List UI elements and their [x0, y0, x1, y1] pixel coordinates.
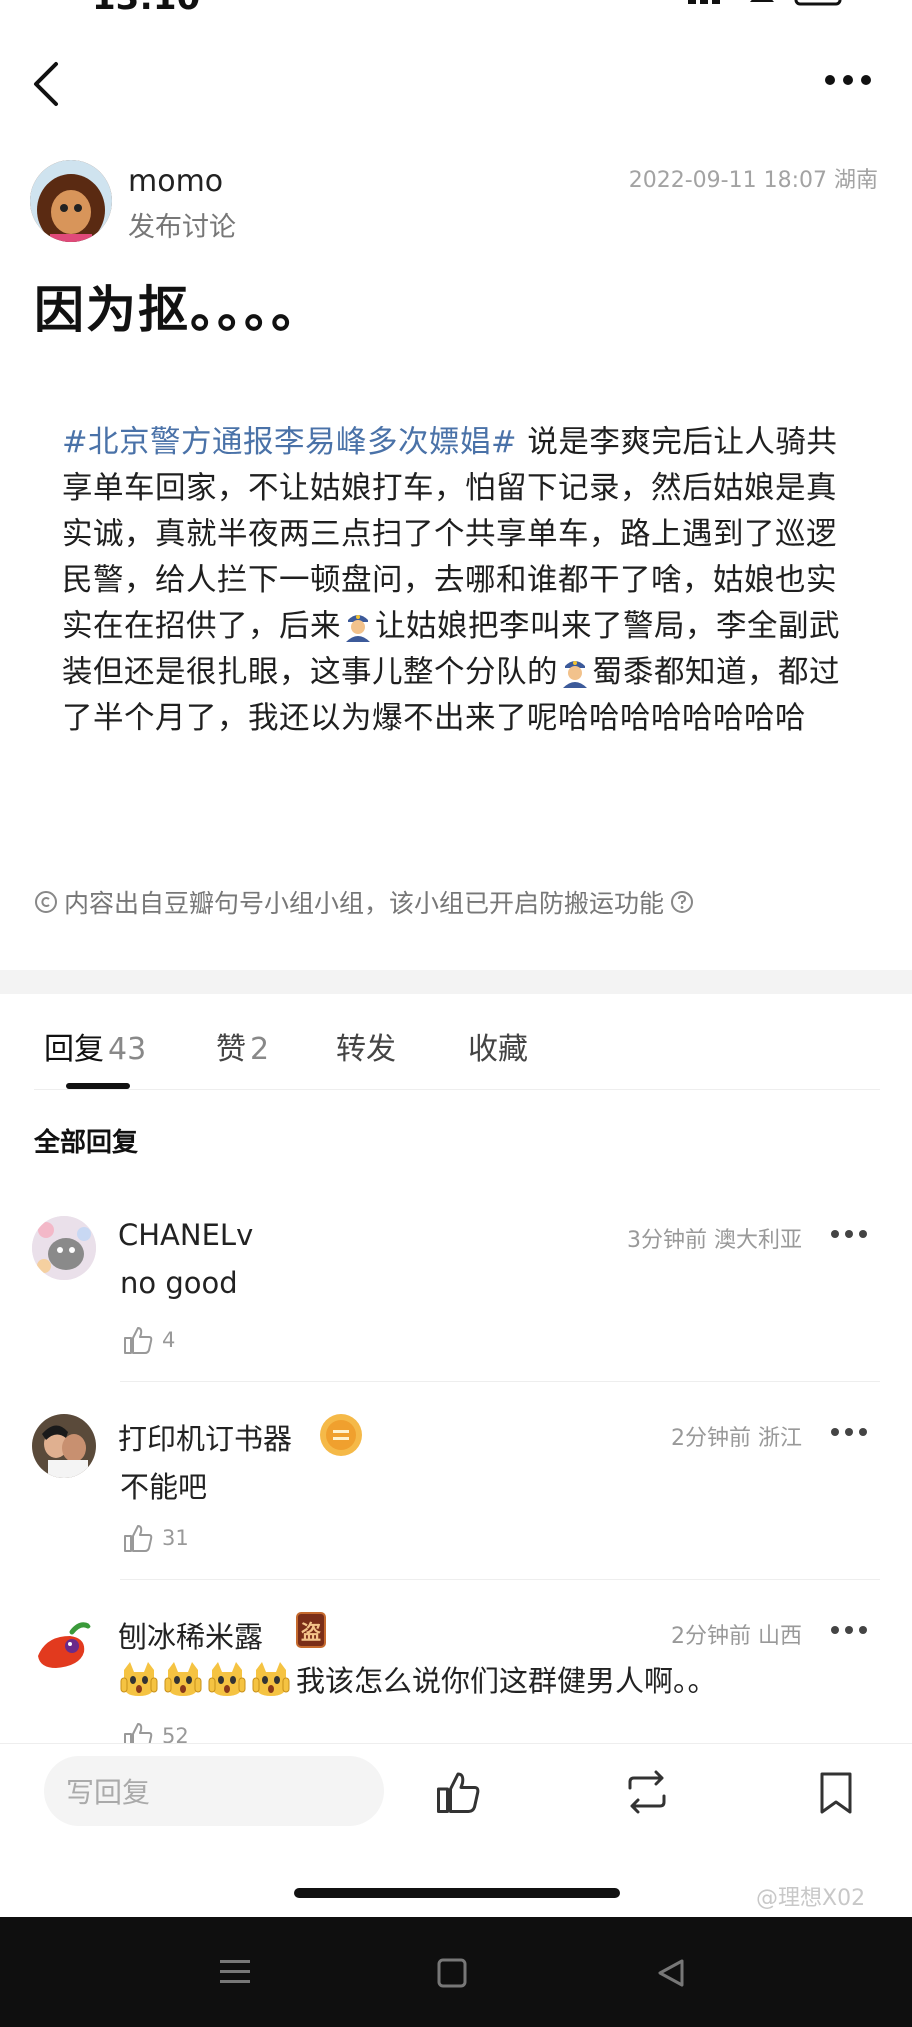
post-title: 因为抠。。。。	[34, 281, 323, 339]
comment-author-name[interactable]: 打印机订书器	[118, 1416, 292, 1458]
comment-text: 我该怎么说你们这群健男人啊。。	[296, 1664, 717, 1698]
medal-badge-icon	[320, 1414, 362, 1456]
hashtag-link[interactable]: #北京警方通报李易峰多次嫖娼#	[62, 425, 517, 460]
more-options-icon[interactable]	[824, 74, 872, 86]
status-time: 13:10	[92, 0, 200, 18]
tab-likes-count: 2	[250, 1032, 270, 1067]
post-body: #北京警方通报李易峰多次嫖娼# 说是李爽完后让人骑共享单车回家，不让姑娘打车，怕…	[62, 420, 852, 742]
comment-text: 不能吧	[120, 1470, 208, 1504]
like-post-icon[interactable]	[434, 1768, 482, 1816]
user-badge: 盗	[296, 1612, 326, 1648]
scream-cat-emoji-icon	[120, 1662, 158, 1696]
tab-replies-count: 43	[108, 1032, 147, 1067]
thumbs-up-icon	[124, 1525, 153, 1552]
author-avatar[interactable]	[30, 160, 112, 242]
tab-favorites-label: 收藏	[468, 1032, 528, 1067]
comment-meta: 2分钟前 山西	[671, 1624, 802, 1649]
back-arrow-icon[interactable]	[26, 58, 70, 110]
police-emoji-icon	[346, 615, 370, 642]
system-navigation-bar	[0, 1917, 912, 2027]
police-emoji-icon	[563, 661, 587, 688]
comment-like-count: 4	[162, 1328, 176, 1352]
comment-author-name[interactable]: CHANELv	[118, 1218, 253, 1252]
section-divider	[0, 970, 912, 994]
tab-reposts-label: 转发	[336, 1032, 396, 1067]
tab-favorites[interactable]: 收藏	[468, 1024, 528, 1068]
home-square-icon[interactable]	[436, 1957, 468, 1989]
source-notice-text: 内容出自豆瓣句号小组小组，该小组已开启防搬运功能	[64, 889, 665, 918]
weibo-watermark: @理想X02	[756, 1886, 866, 1911]
back-triangle-icon[interactable]	[654, 1957, 686, 1989]
comment-meta: 2分钟前 浙江	[671, 1426, 802, 1451]
bookmark-icon[interactable]	[816, 1770, 856, 1816]
comment-more-icon[interactable]	[830, 1625, 868, 1635]
tab-replies[interactable]: 回复 43	[44, 1024, 146, 1068]
comment-avatar[interactable]	[32, 1612, 96, 1676]
home-indicator	[294, 1888, 620, 1898]
scream-cat-emoji-icon	[208, 1662, 246, 1696]
tab-reposts[interactable]: 转发	[336, 1024, 396, 1068]
post-time-location: 2022-09-11 18:07 湖南	[628, 168, 878, 193]
comment-separator	[120, 1579, 880, 1580]
comment-like-button[interactable]: 4	[122, 1324, 175, 1356]
comment-more-icon[interactable]	[830, 1229, 868, 1239]
tab-bar-border	[34, 1089, 880, 1090]
comment-separator	[120, 1381, 880, 1382]
menu-icon[interactable]	[218, 1957, 252, 1987]
comment-like-count: 31	[162, 1526, 189, 1550]
active-tab-indicator	[66, 1083, 130, 1089]
scream-cat-emoji-icon	[164, 1662, 202, 1696]
copyright-icon	[35, 891, 57, 913]
comment-author-name[interactable]: 刨冰稀米露	[118, 1614, 263, 1656]
tab-likes-label: 赞	[216, 1032, 246, 1067]
comment-avatar[interactable]	[32, 1414, 96, 1478]
comment-avatar[interactable]	[32, 1216, 96, 1280]
tab-replies-label: 回复	[44, 1032, 104, 1067]
comment-text: no good	[120, 1266, 238, 1300]
scream-cat-emoji-icon	[252, 1662, 290, 1696]
source-notice: 内容出自豆瓣句号小组小组，该小组已开启防搬运功能	[34, 884, 694, 920]
status-icons	[688, 0, 842, 6]
comment-text-row: 我该怎么说你们这群健男人啊。。	[120, 1658, 717, 1700]
repost-icon[interactable]	[622, 1770, 672, 1814]
comment-like-button[interactable]: 31	[122, 1522, 189, 1554]
reply-input[interactable]: 写回复	[44, 1756, 384, 1826]
post-type-label: 发布讨论	[128, 212, 236, 243]
author-name[interactable]: momo	[128, 164, 223, 199]
tab-likes[interactable]: 赞2	[216, 1024, 269, 1068]
thumbs-up-icon	[124, 1327, 153, 1354]
comment-more-icon[interactable]	[830, 1427, 868, 1437]
help-question-icon[interactable]	[670, 890, 694, 914]
comment-meta: 3分钟前 澳大利亚	[627, 1228, 802, 1253]
all-replies-heading: 全部回复	[34, 1128, 139, 1158]
